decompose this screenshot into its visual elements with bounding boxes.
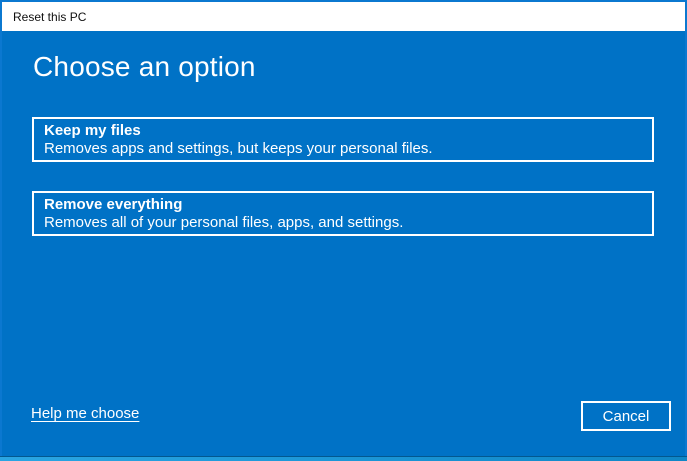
- option-remove-everything[interactable]: Remove everything Removes all of your pe…: [32, 191, 654, 236]
- option-title: Keep my files: [44, 122, 141, 139]
- page-title: Choose an option: [33, 51, 256, 82]
- reset-this-pc-window: Reset this PC Choose an option Keep my f…: [0, 0, 687, 461]
- option-keep-my-files[interactable]: Keep my files Removes apps and settings,…: [32, 117, 654, 162]
- option-description: Removes apps and settings, but keeps you…: [44, 140, 433, 157]
- help-me-choose-link[interactable]: Help me choose: [31, 404, 139, 424]
- option-description: Removes all of your personal files, apps…: [44, 214, 404, 231]
- option-title: Remove everything: [44, 196, 183, 213]
- window-title: Reset this PC: [13, 9, 87, 24]
- bottom-accent-strip: [0, 456, 687, 461]
- cancel-button[interactable]: Cancel: [581, 401, 671, 431]
- titlebar[interactable]: Reset this PC: [2, 2, 685, 31]
